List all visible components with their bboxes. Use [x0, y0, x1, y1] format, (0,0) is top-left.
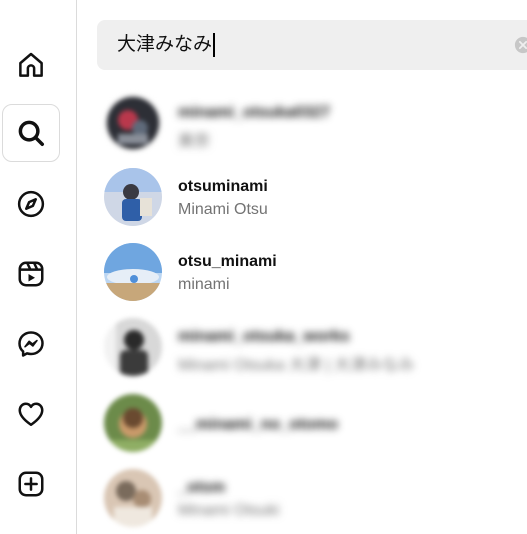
result-fullname: minami — [178, 276, 230, 293]
result-fullname: Minami Otsu — [178, 201, 268, 218]
nav-messages[interactable] — [2, 315, 60, 373]
search-result-row[interactable]: __minami_no_otomo — [104, 394, 524, 456]
nav-reels[interactable] — [2, 245, 60, 303]
search-icon — [18, 120, 44, 146]
messenger-icon — [18, 331, 44, 357]
search-result-row[interactable]: _otsm Minami Otsuki — [104, 469, 524, 531]
avatar — [104, 243, 162, 301]
result-username: otsu_minami — [178, 253, 277, 270]
avatar — [104, 168, 162, 226]
search-result-row[interactable]: otsu_minami minami — [104, 243, 524, 305]
search-result-row[interactable]: otsuminami Minami Otsu — [104, 168, 524, 230]
nav-home[interactable] — [2, 36, 60, 94]
home-icon — [19, 52, 43, 77]
avatar — [104, 318, 162, 376]
avatar — [104, 394, 162, 452]
result-username: otsuminami — [178, 178, 268, 195]
result-username: _otsm — [178, 479, 226, 496]
text-caret — [213, 33, 216, 57]
nav-search[interactable] — [2, 104, 60, 162]
search-input[interactable]: 大津みなみ — [117, 33, 216, 57]
search-result-row[interactable]: minami_otsuka0327 美奈 — [104, 94, 524, 156]
result-fullname: Minami Otsuki — [178, 502, 280, 519]
clear-circle-icon[interactable] — [514, 36, 527, 54]
result-fullname: Minami Otsuka 大津 | 大津みなみ — [178, 357, 415, 374]
explore-compass-icon — [17, 190, 45, 218]
nav-notifications[interactable] — [2, 385, 60, 443]
search-query-text: 大津みなみ — [117, 34, 213, 55]
search-box[interactable]: 大津みなみ — [97, 20, 527, 70]
result-fullname: 美奈 — [178, 133, 211, 150]
result-username: minami_otsuka_works — [178, 328, 350, 345]
app-window: 大津みなみ minami_otsuka0327 美奈 otsuminami Mi… — [0, 0, 527, 534]
reels-icon — [18, 261, 44, 287]
avatar — [104, 469, 162, 527]
nav-explore[interactable] — [2, 175, 60, 233]
heart-icon — [18, 402, 44, 426]
nav-create[interactable] — [2, 455, 60, 513]
avatar — [104, 94, 162, 152]
result-username: minami_otsuka0327 — [178, 104, 331, 121]
result-username: __minami_no_otomo — [178, 416, 339, 433]
create-plus-icon — [18, 471, 44, 497]
sidebar-nav — [0, 0, 77, 534]
search-result-row[interactable]: minami_otsuka_works Minami Otsuka 大津 | 大… — [104, 318, 524, 380]
